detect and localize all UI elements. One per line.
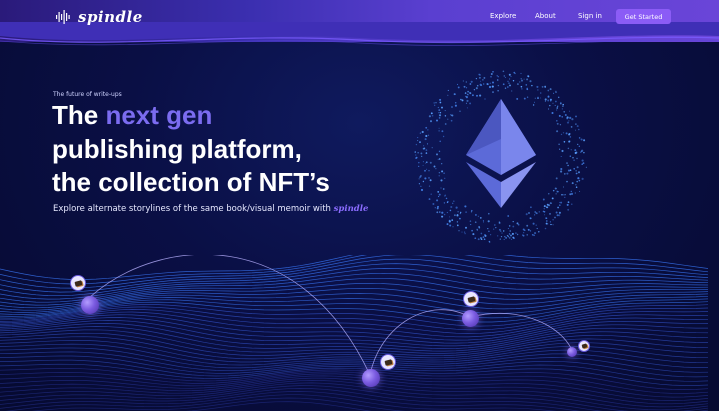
hero-subtitle-text: Explore alternate storylines of the same… bbox=[53, 204, 334, 214]
book-icon bbox=[578, 340, 590, 352]
book-icon bbox=[70, 275, 86, 291]
hero-eyebrow: The future of write-ups bbox=[53, 91, 122, 98]
story-node-3[interactable] bbox=[462, 310, 479, 327]
story-node-1[interactable] bbox=[81, 296, 99, 314]
nav-link-sign-in[interactable]: Sign in bbox=[578, 12, 602, 20]
story-node-4[interactable] bbox=[567, 347, 577, 357]
landing-page: spindle Explore About Sign in Get Starte… bbox=[0, 0, 719, 411]
book-icon bbox=[463, 291, 479, 307]
wave-field bbox=[0, 255, 709, 411]
hero-title-line-2: publishing platform, bbox=[52, 134, 302, 164]
top-navigation: spindle Explore About Sign in Get Starte… bbox=[0, 0, 719, 34]
get-started-button[interactable]: Get Started bbox=[616, 9, 671, 24]
hero-title-prefix: The bbox=[52, 100, 106, 130]
hero-title-accent: next gen bbox=[105, 100, 213, 130]
nav-link-about[interactable]: About bbox=[535, 12, 556, 20]
ethereum-icon bbox=[414, 70, 587, 243]
hero-title-line-3: the collection of NFT’s bbox=[52, 167, 330, 197]
story-node-2[interactable] bbox=[362, 369, 380, 387]
hero-title-line-1: The next gen bbox=[52, 100, 212, 131]
brand-logo[interactable]: spindle bbox=[56, 8, 143, 26]
hero-subtitle: Explore alternate storylines of the same… bbox=[53, 204, 368, 214]
nav-link-explore[interactable]: Explore bbox=[490, 12, 516, 20]
hero-subtitle-brand: spindle bbox=[333, 204, 369, 214]
waveform-logo-icon bbox=[56, 10, 70, 24]
book-icon bbox=[380, 354, 396, 370]
brand-name: spindle bbox=[78, 8, 143, 26]
